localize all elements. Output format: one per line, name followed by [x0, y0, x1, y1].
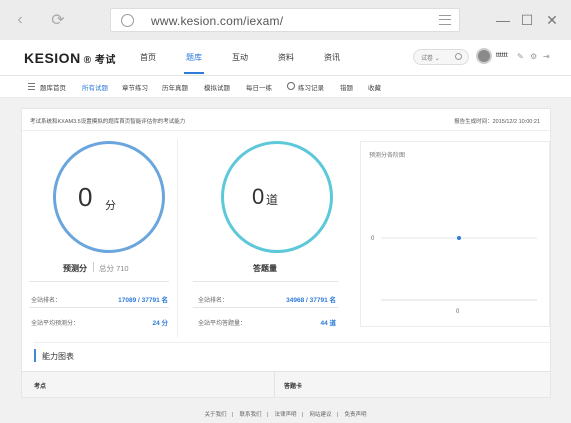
report-panel: 考试系统和KXAM3.5设置模拟的题库首页智能评估你的考试能力 报告生成时间：2…	[21, 108, 551, 398]
answered-rank-value: 34968 / 37791 名	[286, 297, 336, 304]
url-text[interactable]: www.kesion.com/iexam/	[151, 14, 283, 28]
footer-link-suggest[interactable]: 网站建议	[309, 412, 331, 418]
divider	[193, 307, 338, 308]
address-bar[interactable]: www.kesion.com/iexam/	[110, 8, 460, 32]
predict-avg-label: 全站平均预测分：	[31, 321, 80, 327]
ability-title: 能力图表	[42, 352, 74, 361]
section-accent-bar	[34, 349, 36, 362]
column-topic: 考点	[34, 384, 47, 390]
site-header: KESION ® 考试 首页 题库 互动 资料 资讯 试卷 ⌄ tttttt ✎ …	[0, 40, 571, 76]
sub-nav: 题库首页 所有试题 章节练习 历年真题 模拟试题 每日一练 练习记录 错题 收藏	[0, 76, 571, 98]
subnav-chapter-practice[interactable]: 章节练习	[122, 82, 148, 92]
predict-avg-value: 24 分	[152, 320, 168, 327]
subnav-past-exams[interactable]: 历年真题	[162, 82, 188, 92]
nav-question-bank[interactable]: 题库	[184, 52, 204, 76]
predict-card: 0 分 预测分 总分 710 全站排名： 17089 / 37791 名 全站平…	[25, 141, 175, 331]
divider	[93, 262, 94, 272]
chart-x-tick: 0	[456, 309, 460, 315]
answered-unit: 道	[266, 193, 279, 207]
predict-ring: 0 分	[53, 141, 165, 253]
answered-rank-label: 全站排名：	[198, 298, 229, 304]
username[interactable]: tttttt	[496, 52, 508, 59]
footer-link-legal[interactable]: 法律声明	[274, 412, 296, 418]
predict-value: 0	[78, 182, 93, 212]
clock-icon	[287, 82, 295, 90]
nav-materials[interactable]: 资料	[278, 52, 294, 76]
maximize-icon[interactable]: ☐	[518, 11, 536, 29]
divider	[274, 372, 275, 398]
report-time: 报告生成时间：2015/12/2 10:00:21	[454, 119, 540, 125]
answered-ring: 0 道	[221, 141, 333, 253]
subnav-bank-home[interactable]: 题库首页	[40, 82, 66, 92]
search-icon[interactable]	[455, 53, 462, 60]
predict-unit: 分	[105, 200, 116, 212]
divider	[29, 281, 169, 282]
column-answer-card: 答题卡	[284, 384, 303, 390]
subnav-favorites[interactable]: 收藏	[368, 82, 381, 92]
back-arrow-icon[interactable]: ‹	[10, 10, 30, 30]
report-description: 考试系统和KXAM3.5设置模拟的题库首页智能评估你的考试能力	[30, 119, 186, 125]
browser-chrome: ‹ ⟳ www.kesion.com/iexam/ — ☐ ✕	[0, 0, 571, 40]
logo[interactable]: KESION ® 考试	[24, 50, 116, 66]
refresh-icon[interactable]: ⟳	[48, 10, 68, 30]
predict-rank-value: 17089 / 37791 名	[118, 297, 168, 304]
footer: 关于我们 | 联系我们 | 法律声明 | 网站建议 | 免责声明	[204, 412, 367, 418]
subnav-all-questions[interactable]: 所有试题	[82, 82, 108, 92]
globe-icon	[121, 14, 134, 27]
nav-news[interactable]: 资讯	[324, 52, 340, 76]
avatar[interactable]	[476, 48, 492, 64]
answered-avg-label: 全站平均答题量：	[198, 321, 247, 327]
info-bar: 考试系统和KXAM3.5设置模拟的题库首页智能评估你的考试能力 报告生成时间：2…	[22, 109, 550, 131]
answered-title: 答题量	[253, 264, 277, 273]
chart-point	[457, 236, 461, 240]
nav-interact[interactable]: 互动	[232, 52, 248, 76]
answered-value: 0	[252, 184, 265, 209]
chart-y-tick: 0	[371, 236, 375, 242]
divider	[177, 139, 178, 337]
answered-avg-value: 44 道	[320, 320, 336, 327]
list-icon	[28, 83, 35, 90]
nav-home[interactable]: 首页	[140, 52, 156, 76]
subnav-wrong-questions[interactable]: 错题	[340, 82, 353, 92]
predict-total: 总分 710	[99, 264, 129, 273]
footer-link-contact[interactable]: 联系我们	[240, 412, 262, 418]
search-type-select[interactable]: 试卷 ⌄	[421, 53, 440, 62]
main-nav: 首页 题库 互动 资料 资讯	[140, 52, 370, 76]
footer-link-about[interactable]: 关于我们	[205, 412, 227, 418]
subnav-mock-exams[interactable]: 模拟试题	[204, 82, 230, 92]
divider	[29, 307, 169, 308]
minimize-icon[interactable]: —	[494, 11, 512, 29]
logo-text: KESION	[24, 50, 81, 66]
search-box[interactable]: 试卷 ⌄	[413, 49, 469, 65]
ability-section: 能力图表	[34, 342, 550, 366]
predict-title: 预测分	[63, 264, 87, 273]
logo-sub: ® 考试	[83, 55, 116, 66]
answered-card: 0 道 答题量 全站排名： 34968 / 37791 名 全站平均答题量： 4…	[193, 141, 343, 331]
menu-icon[interactable]	[439, 15, 451, 25]
chart-svg: 0 0	[371, 236, 537, 315]
edit-icon[interactable]: ✎	[517, 52, 524, 61]
subnav-daily-practice[interactable]: 每日一练	[246, 82, 272, 92]
close-icon[interactable]: ✕	[543, 11, 561, 29]
logout-icon[interactable]: ⇥	[543, 52, 550, 61]
predict-chart: 预测分各阶图 0 0	[360, 141, 550, 327]
settings-icon[interactable]: ⚙	[530, 52, 537, 61]
divider	[193, 281, 338, 282]
footer-link-disclaimer[interactable]: 免责声明	[344, 412, 366, 418]
subnav-practice-records[interactable]: 练习记录	[298, 82, 324, 92]
predict-rank-label: 全站排名：	[31, 298, 62, 304]
ability-table-header: 考点 答题卡	[22, 371, 550, 398]
